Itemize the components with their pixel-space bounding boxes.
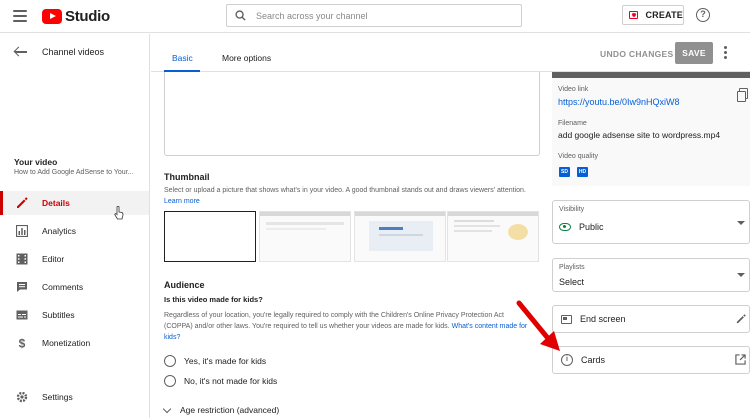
logo-text: Studio <box>65 8 110 25</box>
playlists-value: Select <box>559 277 585 287</box>
sidebar-item-settings[interactable]: Settings <box>0 385 149 409</box>
sidebar-item-comments[interactable]: Comments <box>0 275 149 299</box>
sd-badge: SD <box>559 167 570 177</box>
playlists-label: Playlists <box>559 264 585 271</box>
visibility-label: Visibility <box>559 206 585 213</box>
gear-icon <box>16 391 28 403</box>
comment-icon <box>16 281 28 293</box>
radio-button[interactable] <box>164 375 176 387</box>
filename-label: Filename <box>558 120 587 127</box>
filename-value: add google adsense site to wordpress.mp4 <box>558 130 721 140</box>
sidebar-item-editor[interactable]: Editor <box>0 247 149 271</box>
sidebar-item-subtitles[interactable]: Subtitles <box>0 303 149 327</box>
search-input[interactable] <box>256 10 506 21</box>
red-arrow-annotation <box>516 300 560 351</box>
tab-more-options[interactable]: More options <box>222 53 271 63</box>
sidebar-item-label: Analytics <box>42 226 77 236</box>
sidebar-item-label: Editor <box>42 254 65 264</box>
info-icon: i <box>561 354 573 366</box>
your-video-heading: Your video <box>14 157 58 167</box>
radio-made-for-kids[interactable]: Yes, it's made for kids <box>164 355 266 367</box>
search-icon <box>235 10 246 21</box>
back-to-channel-videos[interactable]: Channel videos <box>14 46 104 58</box>
create-button[interactable]: CREATE <box>622 5 684 25</box>
eye-icon <box>559 223 571 231</box>
cards-label: Cards <box>581 355 606 365</box>
video-link[interactable]: https://youtu.be/0Iw9nHQxiW8 <box>558 97 680 107</box>
end-screen-label: End screen <box>580 314 626 324</box>
visibility-value: Public <box>559 222 604 232</box>
sidebar-item-label: Monetization <box>42 338 91 348</box>
thumbnail-heading: Thumbnail <box>164 172 210 182</box>
sidebar-item-label: Settings <box>42 392 73 402</box>
dropdown-arrow-icon <box>737 221 745 225</box>
auto-thumbnail-1[interactable] <box>259 211 351 262</box>
learn-more-link[interactable]: Learn more <box>164 198 200 205</box>
film-icon <box>16 253 28 265</box>
youtube-logo-icon <box>42 9 62 24</box>
create-label: CREATE <box>645 10 683 20</box>
upload-thumbnail-button[interactable] <box>164 211 256 262</box>
description-field[interactable] <box>164 72 540 156</box>
sidebar: Channel videos Your video How to Add Goo… <box>0 34 150 418</box>
top-bar: Studio CREATE ? <box>0 0 750 33</box>
made-for-kids-question: Is this video made for kids? <box>164 295 263 304</box>
radio-label: Yes, it's made for kids <box>184 356 267 366</box>
cards-row[interactable]: i Cards <box>552 346 750 374</box>
age-restriction-toggle[interactable]: Age restriction (advanced) <box>162 404 280 415</box>
chevron-down-icon <box>162 404 172 413</box>
sidebar-item-analytics[interactable]: Analytics <box>0 219 149 243</box>
sidebar-item-label: Details <box>42 198 70 208</box>
mouse-cursor-icon <box>114 206 124 220</box>
search-bar[interactable] <box>226 4 522 27</box>
visibility-select[interactable]: Visibility Public <box>552 200 750 244</box>
dropdown-arrow-icon <box>737 273 745 277</box>
auto-thumbnail-3[interactable] <box>447 211 539 262</box>
tab-basic[interactable]: Basic <box>172 53 193 63</box>
sidebar-item-monetization[interactable]: $ Monetization <box>0 331 149 355</box>
radio-button[interactable] <box>164 355 176 367</box>
radio-not-made-for-kids[interactable]: No, it's not made for kids <box>164 375 277 387</box>
save-button[interactable]: SAVE <box>675 42 713 64</box>
audience-heading: Audience <box>164 280 205 290</box>
help-icon[interactable]: ? <box>696 8 710 22</box>
sidebar-item-details[interactable]: Details <box>0 191 149 215</box>
thumbnail-description: Select or upload a picture that shows wh… <box>164 187 526 205</box>
dollar-icon: $ <box>16 337 28 349</box>
pencil-icon[interactable] <box>736 314 746 324</box>
subtitles-icon <box>16 309 28 321</box>
open-external-icon[interactable] <box>735 354 746 365</box>
pencil-icon <box>16 197 28 209</box>
video-title: How to Add Google AdSense to Your... <box>14 169 134 176</box>
sidebar-item-label: Comments <box>42 282 84 292</box>
back-arrow-icon <box>14 46 28 58</box>
video-preview-edge <box>552 72 750 78</box>
camera-plus-icon <box>629 11 639 19</box>
auto-thumbnail-2[interactable] <box>354 211 446 262</box>
playlists-select[interactable]: Playlists Select <box>552 258 750 292</box>
sidebar-item-label: Subtitles <box>42 310 75 320</box>
more-options-icon[interactable] <box>724 46 727 59</box>
radio-label: No, it's not made for kids <box>184 376 278 386</box>
video-link-label: Video link <box>558 86 589 93</box>
copy-icon[interactable] <box>737 88 748 102</box>
studio-logo[interactable]: Studio <box>42 8 110 25</box>
svg-text:$: $ <box>19 337 26 349</box>
age-restriction-label: Age restriction (advanced) <box>180 405 280 415</box>
analytics-icon <box>16 225 28 237</box>
hd-badge: HD <box>577 167 588 177</box>
end-screen-icon <box>561 314 572 324</box>
end-screen-row[interactable]: End screen <box>552 305 750 333</box>
audience-description: Regardless of your location, you're lega… <box>164 312 528 341</box>
menu-icon[interactable] <box>13 10 27 22</box>
back-label: Channel videos <box>42 47 105 57</box>
undo-changes-button[interactable]: UNDO CHANGES <box>600 49 674 59</box>
video-quality-label: Video quality <box>558 153 598 160</box>
